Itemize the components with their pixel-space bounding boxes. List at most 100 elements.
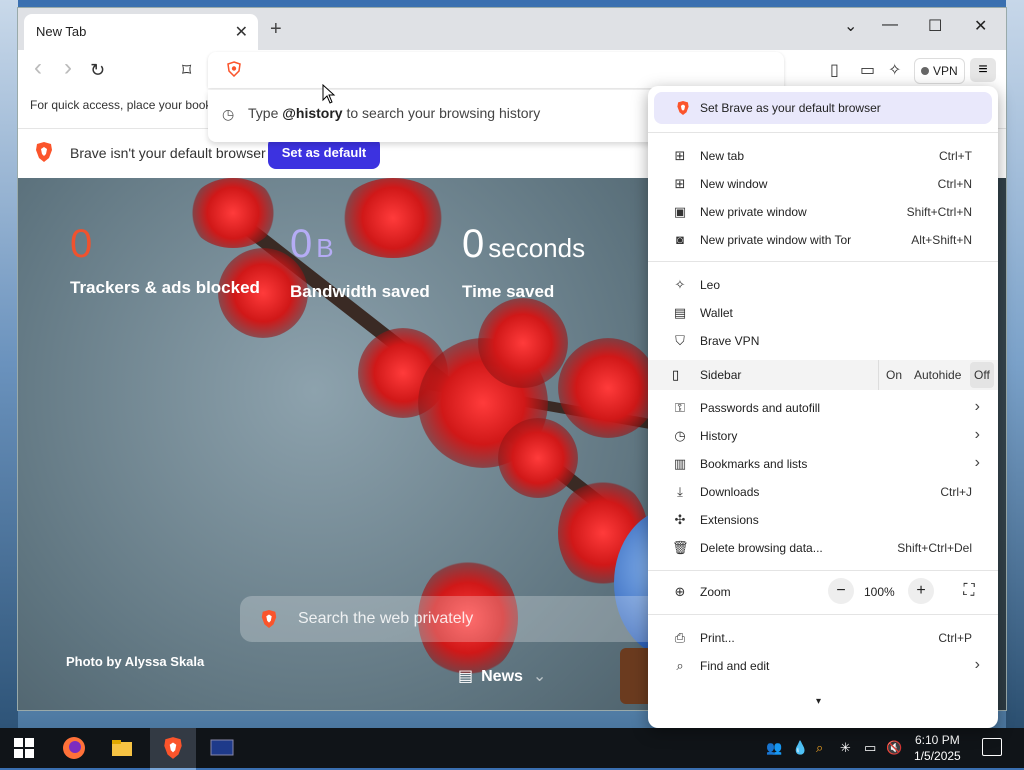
- private-window-icon: ▣: [673, 204, 687, 219]
- stat-time-label: Time saved: [462, 282, 555, 301]
- menu-item-history[interactable]: ◷ History ›: [648, 422, 998, 450]
- desktop-background-left: [0, 0, 18, 728]
- stat-bandwidth-value: 0: [290, 222, 313, 266]
- chevron-down-icon: ⌄: [532, 668, 547, 685]
- menu-item-new-window[interactable]: ⊞ New window Ctrl+N: [648, 170, 998, 198]
- menu-scroll-down-icon[interactable]: ▾: [816, 696, 821, 707]
- network-tray-icon[interactable]: ✳: [840, 740, 851, 756]
- key-icon: ⚿: [675, 400, 685, 415]
- remote-desktop-icon[interactable]: [210, 736, 234, 760]
- menu-item-wallet[interactable]: ▤ Wallet: [648, 299, 998, 327]
- maximize-button[interactable]: ☐: [928, 16, 942, 36]
- set-default-browser-label: Set Brave as your default browser: [700, 101, 881, 115]
- mouse-cursor-icon: [322, 84, 336, 104]
- fullscreen-button[interactable]: ⛶: [956, 578, 982, 604]
- new-tab-button[interactable]: +: [270, 18, 282, 41]
- brave-logo-icon: [261, 610, 277, 628]
- system-clock[interactable]: 6:10 PM 1/5/2025: [914, 732, 961, 764]
- menu-item-new-tab[interactable]: ⊞ New tab Ctrl+T: [648, 142, 998, 170]
- sidebar-option-off[interactable]: Off: [970, 362, 994, 388]
- menu-item-downloads[interactable]: ⤓ Downloads Ctrl+J: [648, 478, 998, 506]
- sidebar-option-on[interactable]: On: [882, 362, 906, 388]
- history-icon: ◷: [222, 106, 235, 122]
- stat-time-unit: seconds: [488, 233, 586, 263]
- close-window-button[interactable]: ✕: [974, 16, 987, 36]
- menu-item-extensions[interactable]: ✣ Extensions: [648, 506, 998, 534]
- menu-item-zoom: ⊕ Zoom − 100% + ⛶: [648, 578, 998, 608]
- wallet-icon: ▤: [673, 305, 687, 320]
- news-label: News: [481, 668, 523, 685]
- forward-button[interactable]: ›: [64, 54, 72, 82]
- taskbar: 👥 💧 ⌕ ✳ ▭ 🔇 6:10 PM 1/5/2025: [0, 728, 1024, 770]
- zoom-out-button[interactable]: −: [828, 578, 854, 604]
- sidebar-icon: ▯: [672, 367, 680, 382]
- zoom-in-button[interactable]: +: [908, 578, 934, 604]
- menu-item-leo[interactable]: ✧ Leo: [648, 271, 998, 299]
- tor-window-icon: ◙: [676, 232, 684, 247]
- sidebar-option-autohide[interactable]: Autohide: [910, 362, 965, 388]
- wallet-icon[interactable]: ▭: [860, 60, 875, 80]
- vpn-label: VPN: [933, 64, 958, 78]
- bookmarks-icon: ▥: [673, 456, 687, 471]
- menu-item-new-private-window[interactable]: ▣ New private window Shift+Ctrl+N: [648, 198, 998, 226]
- chevron-right-icon: ›: [974, 398, 980, 415]
- chevron-right-icon: ›: [974, 426, 980, 443]
- people-tray-icon[interactable]: 👥: [766, 740, 782, 756]
- back-button[interactable]: ‹: [34, 54, 42, 82]
- background-blossom: [558, 338, 658, 438]
- news-button[interactable]: ▤ News ⌄: [458, 666, 546, 686]
- default-browser-message: Brave isn't your default browser: [70, 145, 266, 161]
- menu-item-sidebar: ▯ Sidebar On Autohide Off: [648, 360, 998, 390]
- tab-search-chevron-icon[interactable]: ⌄: [844, 16, 857, 36]
- firefox-icon[interactable]: [62, 736, 86, 760]
- desktop-background-right: [1006, 0, 1024, 728]
- file-explorer-icon[interactable]: [110, 736, 134, 760]
- close-icon[interactable]: ✕: [235, 22, 248, 42]
- drop-tray-icon[interactable]: 💧: [792, 740, 808, 756]
- menu-item-new-tor-window[interactable]: ◙ New private window with Tor Alt+Shift+…: [648, 226, 998, 254]
- sidebar-icon[interactable]: ▯: [830, 60, 839, 80]
- menu-separator: [648, 570, 998, 571]
- notification-center-icon[interactable]: [982, 738, 1002, 756]
- display-tray-icon[interactable]: ▭: [864, 740, 876, 756]
- bookmarks-bar-hint: For quick access, place your book: [30, 98, 212, 112]
- stat-bandwidth-label: Bandwidth saved: [290, 282, 430, 301]
- search-tray-icon[interactable]: ⌕: [816, 740, 823, 756]
- main-menu-button[interactable]: ≡: [970, 58, 996, 82]
- toolbar: ‹ › ↻ ⌑ ▯ ▭ ✧ VPN ≡: [18, 50, 1006, 90]
- menu-item-find-and-edit[interactable]: ⌕ Find and edit ›: [648, 652, 998, 680]
- address-bar[interactable]: [208, 52, 784, 88]
- clock-date: 1/5/2025: [914, 749, 961, 763]
- print-icon: ⎙: [674, 630, 686, 645]
- history-hint: Type @history to search your browsing hi…: [248, 105, 541, 121]
- stat-trackers-value: 0: [70, 222, 93, 266]
- brave-taskbar-icon[interactable]: [161, 736, 185, 760]
- download-icon: ⤓: [677, 484, 683, 499]
- sidebar-divider: [878, 360, 879, 390]
- brave-shield-icon[interactable]: [226, 61, 242, 77]
- reload-button[interactable]: ↻: [90, 60, 105, 81]
- bookmark-icon[interactable]: ⌑: [182, 60, 191, 81]
- set-default-browser-item[interactable]: Set Brave as your default browser: [654, 92, 992, 124]
- background-blossom: [478, 298, 568, 388]
- app-menu: Set Brave as your default browser ⊞ New …: [648, 86, 998, 728]
- ntp-search-box[interactable]: Search the web privately: [240, 596, 680, 642]
- tab-new-tab[interactable]: New Tab ✕: [24, 14, 258, 50]
- new-window-icon: ⊞: [674, 176, 686, 191]
- windows-start-icon[interactable]: [14, 738, 34, 758]
- stat-trackers-label: Trackers & ads blocked: [70, 278, 260, 297]
- leo-icon[interactable]: ✧: [888, 60, 901, 80]
- vpn-button[interactable]: VPN: [914, 58, 965, 84]
- menu-item-print[interactable]: ⎙ Print... Ctrl+P: [648, 624, 998, 652]
- stat-bandwidth: 0B Bandwidth saved: [290, 222, 430, 302]
- menu-item-brave-vpn[interactable]: ⛉ Brave VPN: [648, 327, 998, 355]
- photo-credit[interactable]: Photo by Alyssa Skala: [66, 654, 204, 669]
- menu-item-bookmarks[interactable]: ▥ Bookmarks and lists ›: [648, 450, 998, 478]
- volume-muted-icon[interactable]: 🔇: [886, 740, 902, 756]
- stat-bandwidth-unit: B: [316, 233, 334, 263]
- menu-item-passwords[interactable]: ⚿ Passwords and autofill ›: [648, 394, 998, 422]
- chevron-right-icon: ›: [974, 656, 980, 673]
- menu-item-delete-browsing-data[interactable]: 🗑 Delete browsing data... Shift+Ctrl+Del: [648, 534, 998, 562]
- minimize-button[interactable]: —: [882, 16, 898, 34]
- vpn-icon: ⛉: [675, 333, 685, 348]
